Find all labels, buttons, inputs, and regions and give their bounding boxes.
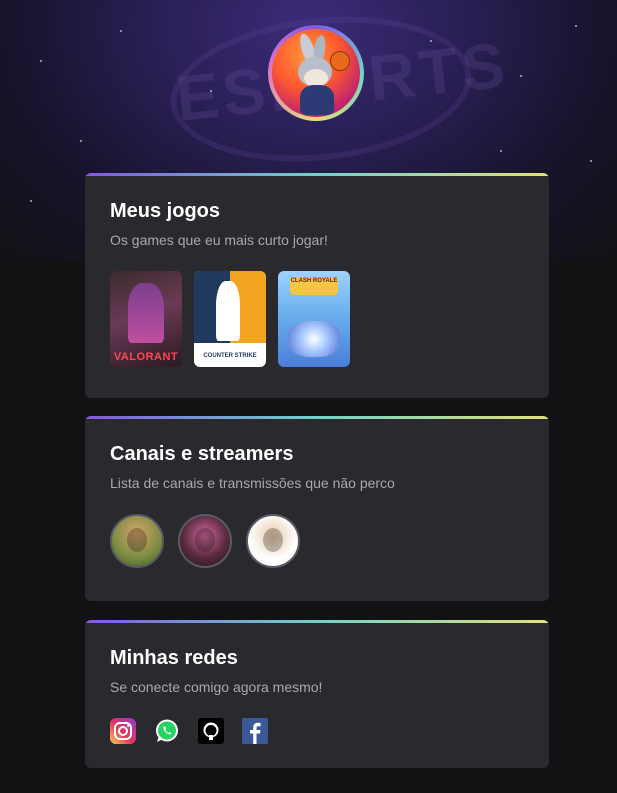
- game-valorant[interactable]: VALORANT: [110, 271, 182, 367]
- channel-avatar-3[interactable]: [246, 514, 300, 568]
- games-subtitle: Os games que eu mais curto jogar!: [110, 232, 328, 248]
- whatsapp-link[interactable]: [154, 718, 180, 744]
- games-title: Meus jogos: [110, 200, 221, 222]
- facebook-icon: [242, 718, 268, 744]
- profile-avatar: [268, 25, 364, 121]
- bunny-avatar-image: [272, 29, 360, 117]
- socials-card: Minhas redes Se conecte comigo agora mes…: [85, 620, 549, 768]
- channel-avatar-2[interactable]: [178, 514, 232, 568]
- game-clash-royale[interactable]: CLASH ROYALE: [278, 271, 350, 367]
- game-valorant-label: VALORANT: [113, 351, 179, 363]
- socials-list: [110, 718, 524, 744]
- channels-card: Canais e streamers Lista de canais e tra…: [85, 416, 549, 601]
- socials-title: Minhas redes: [110, 647, 238, 669]
- games-card: Meus jogos Os games que eu mais curto jo…: [85, 173, 549, 398]
- channels-list: [110, 514, 524, 568]
- facebook-link[interactable]: [242, 718, 268, 744]
- game-counter-strike-label: COUNTER STRIKE: [203, 353, 257, 359]
- socials-subtitle: Se conecte comigo agora mesmo!: [110, 679, 323, 695]
- github-link[interactable]: [198, 718, 224, 744]
- game-clash-royale-label: CLASH ROYALE: [290, 277, 338, 295]
- games-list: VALORANT COUNTER STRIKE CLASH ROYALE: [110, 271, 524, 367]
- channels-subtitle: Lista de canais e transmissões que não p…: [110, 475, 395, 491]
- basketball-icon: [330, 51, 350, 71]
- channels-title: Canais e streamers: [110, 443, 294, 465]
- instagram-icon: [110, 718, 136, 744]
- instagram-link[interactable]: [110, 718, 136, 744]
- github-icon: [198, 718, 224, 744]
- whatsapp-icon: [156, 719, 178, 742]
- game-counter-strike[interactable]: COUNTER STRIKE: [194, 271, 266, 367]
- channel-avatar-1[interactable]: [110, 514, 164, 568]
